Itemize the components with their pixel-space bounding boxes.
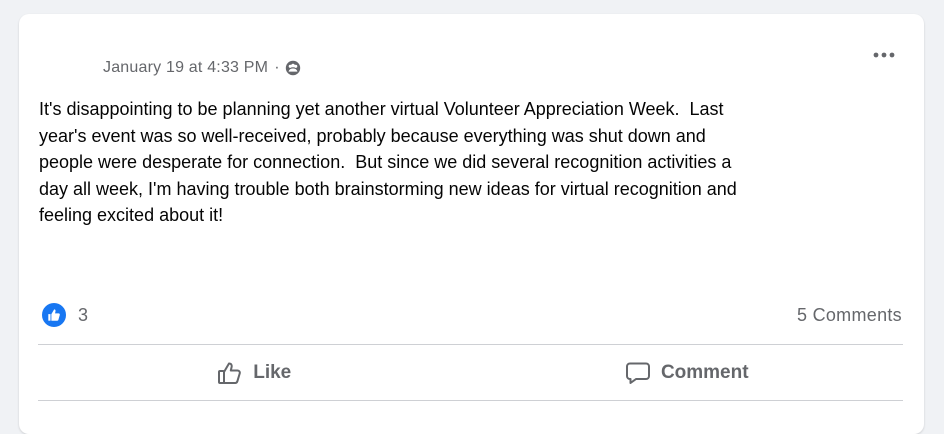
- like-button-label: Like: [253, 362, 292, 383]
- comment-button-label: Comment: [660, 362, 749, 383]
- stats-divider: [38, 344, 903, 345]
- post-actions: Like Comment: [38, 348, 903, 398]
- like-button[interactable]: Like: [38, 348, 471, 398]
- comment-bubble-icon: [625, 361, 651, 385]
- more-options-button[interactable]: [866, 38, 902, 70]
- post-meta: January 19 at 4:33 PM ·: [103, 59, 301, 77]
- like-reaction-icon: [41, 302, 67, 328]
- post-card: January 19 at 4:33 PM · It's disappointi…: [19, 14, 924, 434]
- comments-count-link[interactable]: 5 Comments: [797, 305, 902, 326]
- reaction-count: 3: [78, 304, 89, 325]
- reactions-summary[interactable]: 3: [41, 302, 88, 328]
- thumbs-up-icon: [217, 361, 243, 385]
- post-body-text: It's disappointing to be planning yet an…: [39, 99, 737, 225]
- comment-button[interactable]: Comment: [471, 348, 904, 398]
- actions-divider: [38, 400, 903, 401]
- post-timestamp[interactable]: January 19 at 4:33 PM: [103, 59, 268, 77]
- group-members-icon[interactable]: [285, 60, 301, 76]
- meta-separator: ·: [274, 59, 280, 76]
- more-options-icon: [873, 45, 895, 63]
